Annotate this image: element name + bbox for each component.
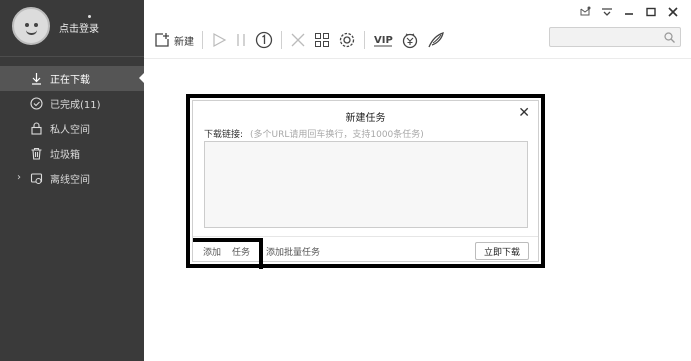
dialog-title: 新建任务 bbox=[345, 113, 386, 124]
toolbar-divider bbox=[364, 31, 365, 49]
delete-button[interactable] bbox=[290, 29, 306, 51]
svg-text:VIP: VIP bbox=[374, 35, 393, 46]
speed-icon bbox=[255, 31, 273, 49]
sidebar-item-label: 已完成(11) bbox=[50, 100, 101, 111]
sidebar-item-label: 私人空间 bbox=[50, 125, 90, 136]
skin-icon[interactable] bbox=[579, 6, 591, 18]
add-batch-task-link[interactable]: 添加批量任务 bbox=[266, 245, 320, 258]
new-task-button[interactable]: 新建 bbox=[154, 29, 194, 51]
apps-icon bbox=[315, 33, 329, 47]
search-input[interactable] bbox=[550, 31, 680, 50]
new-task-dialog: 新建任务 ✕ 下载链接: (多个URL请用回车换行，支持1000条任务) 添加 … bbox=[192, 100, 539, 269]
download-icon bbox=[32, 73, 41, 85]
minimize-icon[interactable] bbox=[623, 6, 635, 18]
start-button[interactable] bbox=[211, 29, 227, 51]
notification-dot bbox=[88, 15, 91, 18]
window-controls bbox=[579, 6, 679, 18]
cloud-icon bbox=[30, 173, 43, 184]
delete-icon bbox=[291, 33, 305, 47]
wing-icon bbox=[428, 32, 444, 48]
sidebar-item-completed[interactable]: 已完成(11) bbox=[0, 91, 144, 116]
download-link-label: 下载链接: bbox=[204, 130, 244, 140]
lock-icon bbox=[31, 122, 42, 135]
speed-button[interactable] bbox=[255, 29, 273, 51]
avatar[interactable] bbox=[12, 7, 50, 45]
settings-button[interactable] bbox=[338, 29, 356, 51]
maximize-icon[interactable] bbox=[645, 6, 657, 18]
pause-button[interactable] bbox=[235, 29, 247, 51]
apps-button[interactable] bbox=[314, 29, 330, 51]
avatar-eye bbox=[34, 23, 38, 27]
dialog-highlight-frame: 新建任务 ✕ 下载链接: (多个URL请用回车换行，支持1000条任务) 添加 … bbox=[186, 94, 545, 269]
download-manager-window: 点击登录 正在下载 已完成(11) 私人空间 垃圾箱 › 离线空间 新建 VIP… bbox=[0, 0, 691, 361]
check-circle-icon bbox=[30, 97, 43, 110]
sidebar-item-label: 离线空间 bbox=[50, 175, 90, 186]
close-icon[interactable]: ✕ bbox=[518, 105, 530, 121]
toolbar-divider bbox=[202, 31, 203, 49]
sidebar-nav: 正在下载 已完成(11) 私人空间 垃圾箱 › 离线空间 bbox=[0, 66, 144, 191]
vip-button[interactable]: VIP bbox=[373, 29, 393, 51]
dialog-footer-divider bbox=[193, 236, 538, 237]
sidebar-item-offline[interactable]: › 离线空间 bbox=[0, 166, 144, 191]
play-icon bbox=[213, 32, 227, 48]
download-now-button[interactable]: 立即下载 bbox=[475, 242, 529, 260]
avatar-eye bbox=[25, 23, 29, 27]
sidebar-item-label: 正在下载 bbox=[50, 75, 90, 86]
search-box bbox=[549, 27, 681, 50]
login-link[interactable]: 点击登录 bbox=[59, 20, 99, 35]
pause-icon bbox=[237, 34, 245, 46]
sidebar-item-downloading[interactable]: 正在下载 bbox=[0, 66, 144, 91]
sidebar-item-trash[interactable]: 垃圾箱 bbox=[0, 141, 144, 166]
trash-icon bbox=[31, 147, 42, 160]
vip-icon: VIP bbox=[374, 35, 393, 47]
toolbar-divider bbox=[281, 31, 282, 49]
chevron-right-icon[interactable]: › bbox=[17, 172, 21, 183]
task-link[interactable]: 任务 bbox=[232, 245, 250, 258]
shop-button[interactable] bbox=[401, 29, 419, 51]
shop-icon bbox=[402, 33, 418, 49]
new-task-label: 新建 bbox=[174, 36, 194, 48]
toolbar-border bbox=[144, 58, 691, 59]
sidebar: 点击登录 正在下载 已完成(11) 私人空间 垃圾箱 › 离线空间 bbox=[0, 0, 144, 361]
avatar-mouth bbox=[26, 30, 37, 35]
settings-icon bbox=[339, 32, 355, 48]
sidebar-divider bbox=[0, 56, 144, 57]
download-link-hint: (多个URL请用回车换行，支持1000条任务) bbox=[250, 130, 424, 140]
add-link[interactable]: 添加 bbox=[203, 245, 221, 258]
search-icon[interactable] bbox=[664, 32, 675, 43]
close-icon[interactable] bbox=[667, 6, 679, 18]
sidebar-item-label: 垃圾箱 bbox=[50, 150, 80, 161]
url-input[interactable] bbox=[204, 141, 528, 228]
feature-button[interactable] bbox=[427, 29, 445, 51]
menu-icon[interactable] bbox=[601, 6, 613, 18]
sidebar-item-private[interactable]: 私人空间 bbox=[0, 116, 144, 141]
active-indicator bbox=[139, 73, 144, 83]
new-task-icon bbox=[155, 33, 169, 47]
user-area[interactable]: 点击登录 bbox=[0, 0, 144, 56]
